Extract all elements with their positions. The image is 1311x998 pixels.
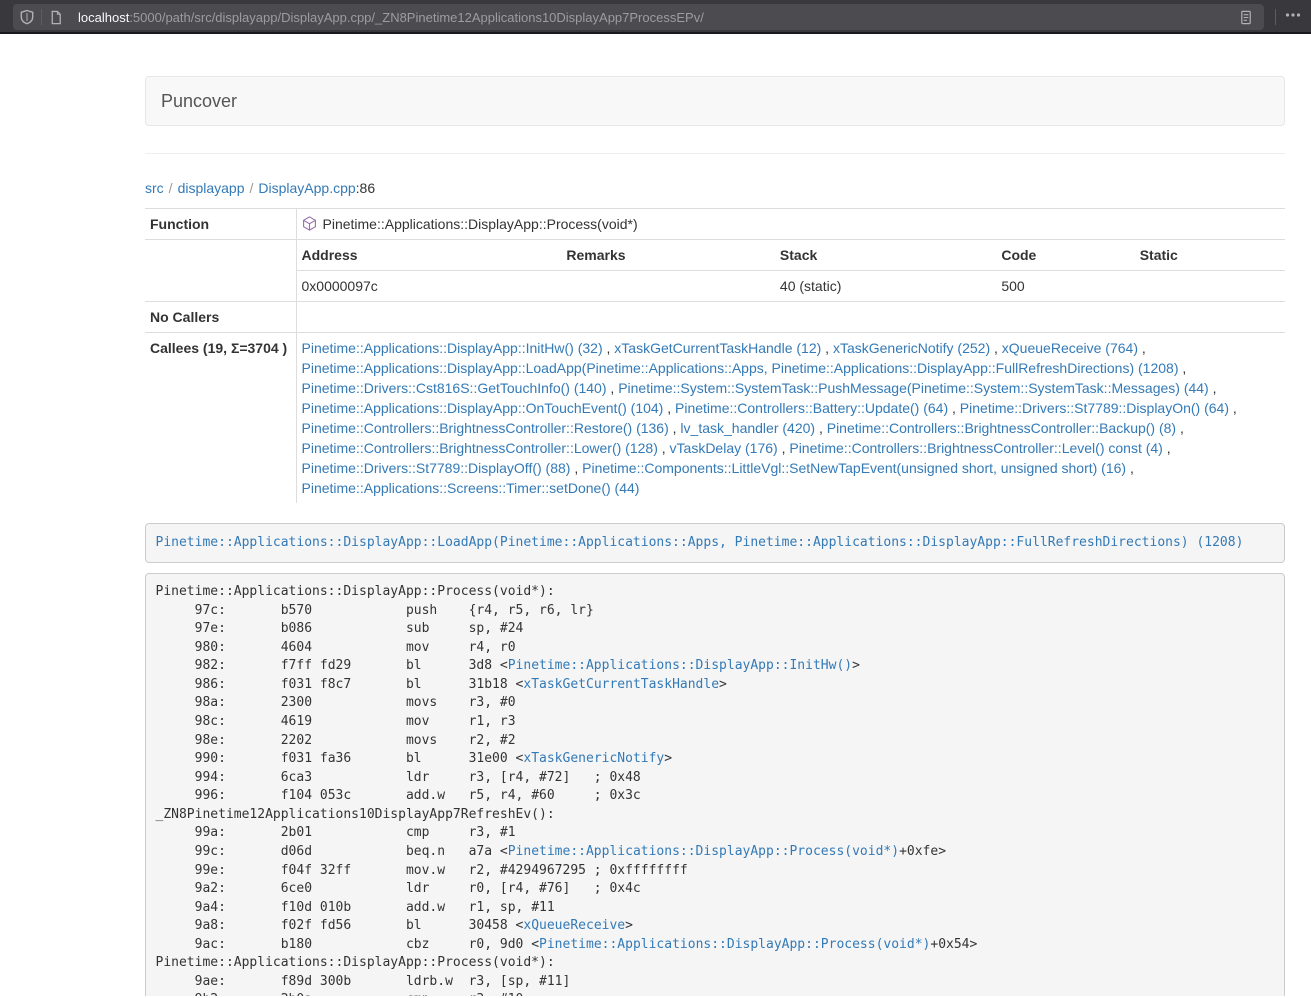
app-brand[interactable]: Puncover bbox=[146, 77, 252, 125]
callee-link[interactable]: Pinetime::Components::LittleVgl::SetNewT… bbox=[582, 460, 1126, 476]
stack-value: 40 (static) bbox=[775, 271, 996, 302]
callee-item: xTaskGenericNotify (252) , bbox=[833, 340, 998, 356]
breadcrumb: src/displayapp/DisplayApp.cpp:86 bbox=[145, 178, 1285, 198]
callee-item: Pinetime::Controllers::Battery::Update()… bbox=[675, 400, 956, 416]
navbar: Puncover bbox=[145, 76, 1285, 126]
callee-item: Pinetime::Applications::DisplayApp::Init… bbox=[302, 340, 611, 356]
callee-item: Pinetime::System::SystemTask::PushMessag… bbox=[618, 380, 1216, 396]
stats-header-row: Address Remarks Stack Code Static bbox=[297, 240, 1286, 271]
callee-link[interactable]: Pinetime::Applications::DisplayApp::OnTo… bbox=[302, 400, 664, 416]
stats-value-row: 0x0000097c 40 (static) 500 bbox=[297, 271, 1286, 302]
breadcrumb-separator: / bbox=[245, 180, 259, 196]
static-value bbox=[1135, 271, 1285, 302]
stats-row-spacer bbox=[145, 240, 296, 302]
browser-toolbar: localhost:5000/path/src/displayapp/Displ… bbox=[0, 0, 1311, 34]
callee-link[interactable]: Pinetime::Applications::DisplayApp::Init… bbox=[302, 340, 603, 356]
column-header-address: Address bbox=[297, 240, 562, 271]
callee-item: Pinetime::Components::LittleVgl::SetNewT… bbox=[582, 460, 1134, 476]
callee-item: Pinetime::Applications::Screens::Timer::… bbox=[302, 480, 640, 496]
toolbar-divider bbox=[1275, 9, 1276, 25]
function-row: Function Pinetime::Applications::Display… bbox=[145, 209, 1285, 240]
callee-link[interactable]: Pinetime::Drivers::St7789::DisplayOn() (… bbox=[960, 400, 1229, 416]
callee-link[interactable]: Pinetime::Drivers::Cst816S::GetTouchInfo… bbox=[302, 380, 607, 396]
column-header-stack: Stack bbox=[775, 240, 996, 271]
callee-link[interactable]: Pinetime::Applications::Screens::Timer::… bbox=[302, 480, 640, 496]
page-actions-menu-icon[interactable] bbox=[1285, 7, 1301, 28]
callee-item: xQueueReceive (764) , bbox=[1002, 340, 1146, 356]
callee-link[interactable]: Pinetime::Drivers::St7789::DisplayOff() … bbox=[302, 460, 571, 476]
callees-list: Pinetime::Applications::DisplayApp::Init… bbox=[296, 333, 1285, 504]
assembly-symbol-link[interactable]: Pinetime::Applications::DisplayApp::Proc… bbox=[539, 937, 930, 952]
reader-mode-icon[interactable] bbox=[1232, 4, 1260, 30]
callers-cell bbox=[296, 302, 1285, 333]
assembly-symbol-link[interactable]: xTaskGetCurrentTaskHandle bbox=[523, 677, 719, 692]
page-body: Puncover src/displayapp/DisplayApp.cpp:8… bbox=[0, 34, 1311, 996]
callee-link[interactable]: Pinetime::Applications::DisplayApp::Load… bbox=[302, 360, 1179, 376]
code-value: 500 bbox=[996, 271, 1134, 302]
no-callers-label: No Callers bbox=[145, 302, 296, 333]
remarks-value bbox=[561, 271, 775, 302]
breadcrumb-link[interactable]: src bbox=[145, 180, 164, 196]
callees-row: Callees (19, Σ=3704 ) Pinetime::Applicat… bbox=[145, 333, 1285, 504]
url-bar[interactable]: localhost:5000/path/src/displayapp/Displ… bbox=[13, 4, 1264, 30]
function-name: Pinetime::Applications::DisplayApp::Proc… bbox=[323, 216, 638, 232]
signature-link[interactable]: Pinetime::Applications::DisplayApp::Load… bbox=[156, 535, 1244, 550]
assembly-symbol-link[interactable]: Pinetime::Applications::DisplayApp::Init… bbox=[508, 658, 852, 673]
stats-row: Address Remarks Stack Code Static 0x0000… bbox=[145, 240, 1285, 302]
signature-block: Pinetime::Applications::DisplayApp::Load… bbox=[145, 523, 1285, 563]
callees-label: Callees (19, Σ=3704 ) bbox=[145, 333, 296, 504]
function-label: Function bbox=[145, 209, 296, 240]
assembly-symbol-link[interactable]: xTaskGenericNotify bbox=[523, 751, 664, 766]
callee-item: Pinetime::Applications::DisplayApp::Load… bbox=[302, 360, 1187, 376]
assembly-symbol-link[interactable]: xQueueReceive bbox=[523, 918, 625, 933]
assembly-listing: Pinetime::Applications::DisplayApp::Proc… bbox=[145, 573, 1285, 996]
callee-item: Pinetime::Controllers::BrightnessControl… bbox=[789, 440, 1170, 456]
callee-item: Pinetime::Controllers::BrightnessControl… bbox=[827, 420, 1184, 436]
callee-link[interactable]: xTaskGenericNotify (252) bbox=[833, 340, 990, 356]
callee-item: Pinetime::Drivers::St7789::DisplayOff() … bbox=[302, 460, 579, 476]
callee-link[interactable]: Pinetime::Controllers::BrightnessControl… bbox=[789, 440, 1162, 456]
callee-item: lv_task_handler (420) , bbox=[680, 420, 822, 436]
callee-link[interactable]: xTaskGetCurrentTaskHandle (12) bbox=[614, 340, 821, 356]
address-value: 0x0000097c bbox=[297, 271, 562, 302]
stats-table-cell: Address Remarks Stack Code Static 0x0000… bbox=[296, 240, 1285, 302]
site-identity-page-icon[interactable] bbox=[42, 4, 70, 30]
callee-item: Pinetime::Controllers::BrightnessControl… bbox=[302, 440, 666, 456]
breadcrumb-link[interactable]: DisplayApp.cpp bbox=[258, 180, 355, 196]
callee-link[interactable]: Pinetime::Controllers::BrightnessControl… bbox=[302, 420, 669, 436]
callee-item: Pinetime::Drivers::St7789::DisplayOn() (… bbox=[960, 400, 1237, 416]
callee-item: vTaskDelay (176) , bbox=[670, 440, 786, 456]
callee-link[interactable]: vTaskDelay (176) bbox=[670, 440, 778, 456]
callers-row: No Callers bbox=[145, 302, 1285, 333]
function-name-cell: Pinetime::Applications::DisplayApp::Proc… bbox=[296, 209, 1285, 240]
divider bbox=[145, 153, 1285, 154]
callee-link[interactable]: Pinetime::Controllers::BrightnessControl… bbox=[302, 440, 658, 456]
callee-link[interactable]: lv_task_handler (420) bbox=[680, 420, 815, 436]
callee-item: Pinetime::Drivers::Cst816S::GetTouchInfo… bbox=[302, 380, 615, 396]
cube-symbol-icon bbox=[302, 216, 317, 231]
callee-link[interactable]: Pinetime::Controllers::Battery::Update()… bbox=[675, 400, 948, 416]
url-path: :5000/path/src/displayapp/DisplayApp.cpp… bbox=[129, 10, 704, 25]
stats-table: Address Remarks Stack Code Static 0x0000… bbox=[297, 240, 1286, 301]
callee-item: Pinetime::Controllers::BrightnessControl… bbox=[302, 420, 677, 436]
breadcrumb-separator: / bbox=[164, 180, 178, 196]
column-header-code: Code bbox=[996, 240, 1134, 271]
assembly-symbol-link[interactable]: Pinetime::Applications::DisplayApp::Proc… bbox=[508, 844, 899, 859]
column-header-static: Static bbox=[1135, 240, 1285, 271]
callee-item: xTaskGetCurrentTaskHandle (12) , bbox=[614, 340, 829, 356]
callee-link[interactable]: Pinetime::Controllers::BrightnessControl… bbox=[827, 420, 1176, 436]
callee-link[interactable]: xQueueReceive (764) bbox=[1002, 340, 1138, 356]
url-text[interactable]: localhost:5000/path/src/displayapp/Displ… bbox=[78, 10, 1232, 25]
breadcrumb-line-number: :86 bbox=[356, 180, 375, 196]
callee-item: Pinetime::Applications::DisplayApp::OnTo… bbox=[302, 400, 672, 416]
callee-link[interactable]: Pinetime::System::SystemTask::PushMessag… bbox=[618, 380, 1209, 396]
function-table: Function Pinetime::Applications::Display… bbox=[145, 208, 1285, 503]
tracking-protection-shield-icon[interactable] bbox=[13, 4, 41, 30]
column-header-remarks: Remarks bbox=[561, 240, 775, 271]
url-host: localhost bbox=[78, 10, 129, 25]
breadcrumb-link[interactable]: displayapp bbox=[178, 180, 245, 196]
